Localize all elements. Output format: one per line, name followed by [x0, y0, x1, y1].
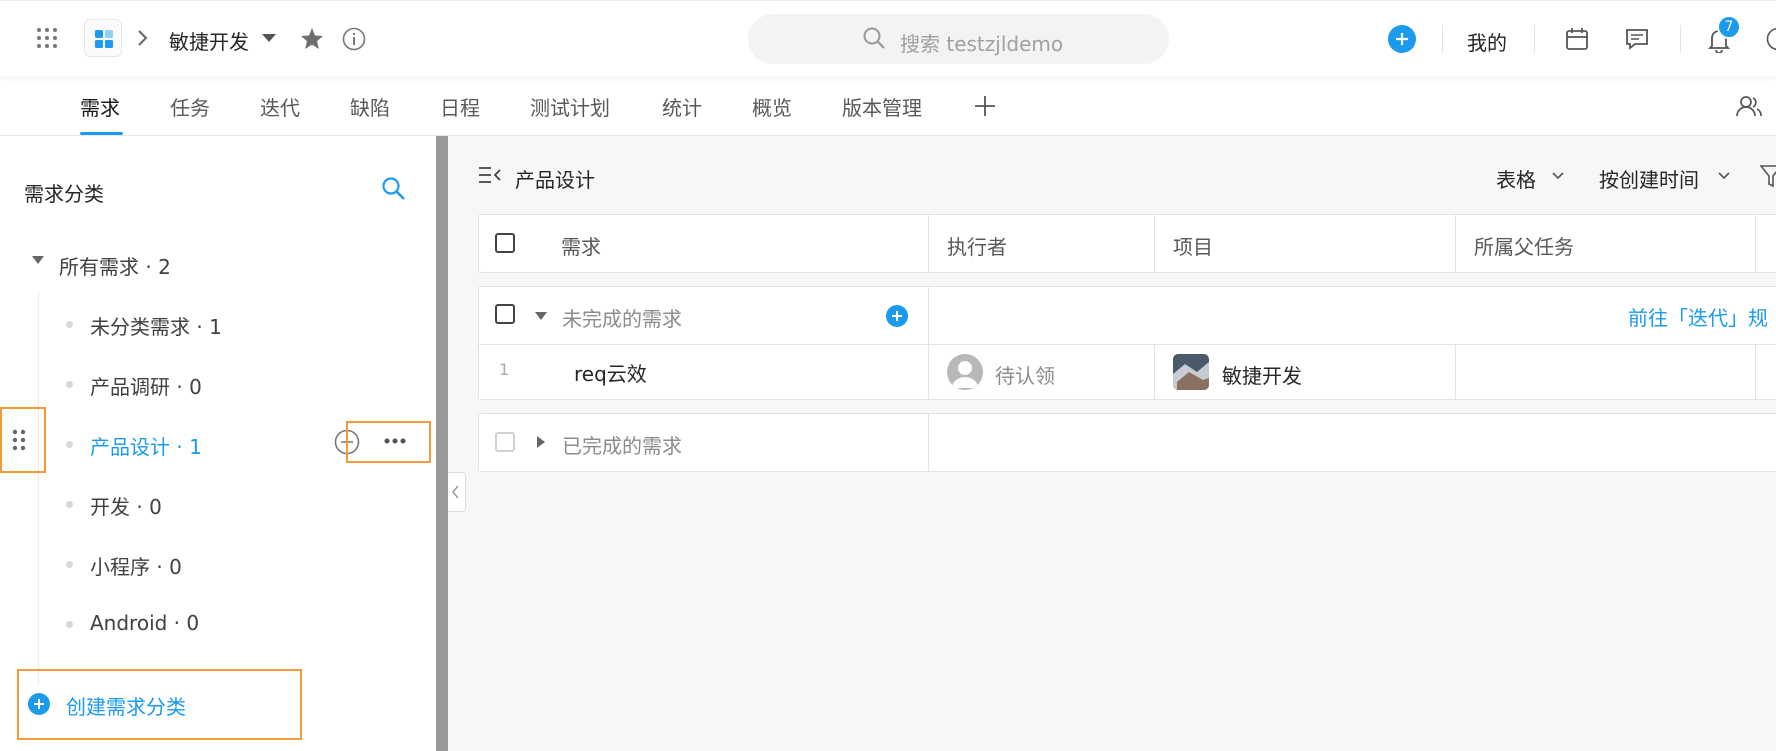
tab-iterations[interactable]: 迭代: [260, 92, 300, 121]
tab-test-plan[interactable]: 测试计划: [530, 92, 610, 121]
caret-down-icon[interactable]: [535, 312, 547, 321]
column-header[interactable]: 需求: [561, 231, 601, 260]
bullet-icon: [66, 501, 73, 508]
row-title[interactable]: req云效: [574, 358, 647, 387]
select-all-checkbox[interactable]: [495, 233, 515, 253]
sort-select[interactable]: 按创建时间: [1599, 164, 1699, 193]
search-icon: [862, 26, 886, 50]
drag-handle-icon[interactable]: [12, 429, 26, 451]
sidebar-item-product-design[interactable]: 产品设计 · 1: [90, 431, 202, 460]
add-button[interactable]: [1388, 25, 1416, 53]
calendar-icon[interactable]: [1565, 27, 1589, 51]
star-icon[interactable]: [300, 27, 324, 50]
search-icon[interactable]: [381, 176, 407, 202]
members-icon[interactable]: [1736, 94, 1762, 118]
create-category-label: 创建需求分类: [66, 695, 186, 719]
tab-bar: 需求 任务 迭代 缺陷 日程 测试计划 统计 概览 版本管理: [0, 76, 1776, 136]
bullet-icon: [66, 441, 73, 448]
chevron-right-icon: [136, 29, 148, 47]
sidebar-item-product-research[interactable]: 产品调研 · 0: [90, 371, 202, 400]
expand-sidebar-handle[interactable]: [448, 472, 466, 512]
chevron-down-icon[interactable]: [1718, 172, 1730, 180]
sidebar-item-android[interactable]: Android · 0: [90, 611, 199, 635]
add-tab-icon[interactable]: [974, 95, 996, 117]
column-header[interactable]: 项目: [1173, 231, 1213, 260]
table-header: 需求 执行者 项目 所属父任务: [478, 214, 1776, 273]
group-title: 未完成的需求: [562, 307, 682, 331]
column-header[interactable]: 执行者: [947, 231, 1007, 260]
tab-statistics[interactable]: 统计: [662, 92, 702, 121]
create-category-button[interactable]: 创建需求分类: [26, 689, 276, 721]
search-input[interactable]: 搜索 testzjldemo: [748, 14, 1169, 64]
breadcrumb-category: 产品设计: [515, 168, 595, 192]
sidebar-item-mini-program[interactable]: 小程序 · 0: [90, 551, 182, 580]
top-bar: 敏捷开发 搜索 testzjldemo 我的 7: [0, 0, 1776, 76]
bullet-icon: [66, 621, 73, 628]
table-row[interactable]: 1 req云效 待认领 敏捷开发: [479, 345, 1776, 399]
group-checkbox[interactable]: [495, 432, 515, 452]
collapse-sidebar-icon[interactable]: [478, 166, 502, 184]
bullet-icon: [66, 381, 73, 388]
project-thumbnail: [1173, 354, 1209, 390]
tab-defects[interactable]: 缺陷: [350, 92, 390, 121]
plus-circle-icon: [28, 693, 50, 715]
active-tab-indicator: [80, 132, 123, 135]
category-sidebar: 需求分类 所有需求 · 2 未分类需求 · 1 产品调研 · 0 产品设计 · …: [0, 136, 436, 751]
row-project[interactable]: 敏捷开发: [1222, 360, 1302, 389]
app-grid-icon[interactable]: [36, 27, 58, 49]
view-mode-select[interactable]: 表格: [1496, 164, 1536, 193]
tab-version-management[interactable]: 版本管理: [842, 92, 922, 121]
tab-tasks[interactable]: 任务: [170, 92, 210, 121]
notification-badge: 7: [1717, 15, 1741, 39]
add-requirement-button[interactable]: [886, 305, 908, 327]
bullet-icon: [66, 561, 73, 568]
group-incomplete: 未完成的需求 前往「迭代」规 1 req云效 待认领 敏捷开发: [478, 286, 1776, 400]
row-index: 1: [499, 360, 510, 379]
avatar: [947, 354, 983, 390]
message-icon[interactable]: [1625, 27, 1649, 51]
search-placeholder: 搜索 testzjldemo: [900, 32, 1064, 56]
chevron-down-icon[interactable]: [1552, 172, 1564, 180]
info-icon[interactable]: [342, 27, 366, 51]
sidebar-item-development[interactable]: 开发 · 0: [90, 491, 162, 520]
mine-link[interactable]: 我的: [1467, 27, 1507, 56]
sidebar-item-uncategorized[interactable]: 未分类需求 · 1: [90, 311, 222, 340]
more-icon[interactable]: [384, 438, 406, 444]
filter-icon[interactable]: [1760, 164, 1776, 190]
row-assignee[interactable]: 待认领: [995, 360, 1055, 389]
bullet-icon: [66, 321, 73, 328]
caret-right-icon[interactable]: [537, 436, 546, 448]
group-title: 已完成的需求: [562, 434, 682, 458]
caret-down-icon[interactable]: [262, 34, 276, 43]
group-complete: 已完成的需求: [478, 413, 1776, 472]
project-logo-icon[interactable]: [84, 19, 122, 57]
tab-requirements[interactable]: 需求: [80, 92, 120, 121]
tab-schedule[interactable]: 日程: [440, 92, 480, 121]
group-checkbox[interactable]: [495, 304, 515, 324]
go-to-iteration-link[interactable]: 前往「迭代」规: [1628, 302, 1768, 331]
tab-overview[interactable]: 概览: [752, 92, 792, 121]
column-header[interactable]: 所属父任务: [1474, 231, 1574, 260]
caret-down-icon[interactable]: [32, 256, 44, 265]
sidebar-resize-divider[interactable]: [436, 136, 448, 751]
sidebar-item-all[interactable]: 所有需求 · 2: [59, 251, 171, 280]
help-icon[interactable]: [1766, 27, 1776, 51]
sidebar-title: 需求分类: [24, 182, 104, 206]
tree-guide-line: [38, 292, 39, 686]
project-name[interactable]: 敏捷开发: [169, 26, 249, 55]
